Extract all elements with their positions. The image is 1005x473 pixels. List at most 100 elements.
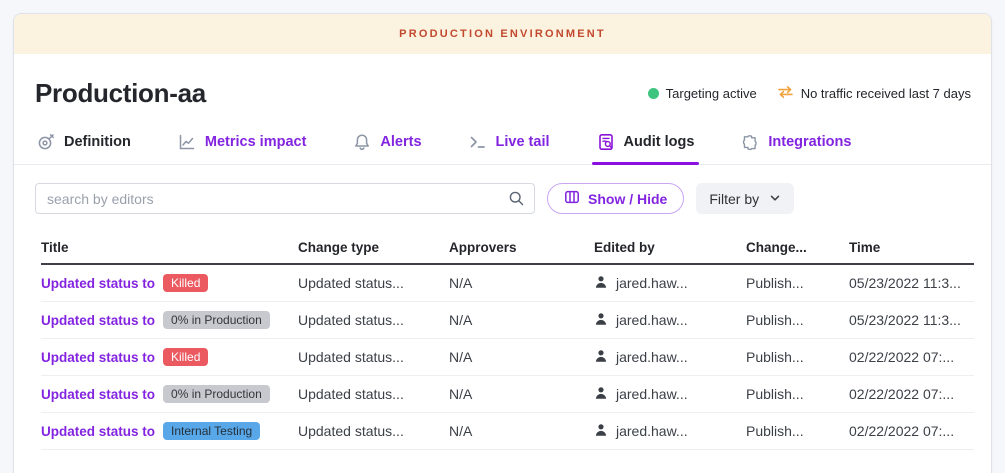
title-cell: Updated status to Killed xyxy=(41,348,298,366)
change-type-cell: Updated status... xyxy=(298,275,449,291)
bell-icon xyxy=(353,133,371,151)
change-cell: Publish... xyxy=(746,275,849,291)
edited-by-cell: jared.haw... xyxy=(594,275,746,292)
status-row: Targeting active No traffic received las… xyxy=(648,85,971,102)
title-cell: Updated status to 0% in Production xyxy=(41,385,298,403)
audit-entry-link[interactable]: Updated status to xyxy=(41,387,155,402)
change-type-cell: Updated status... xyxy=(298,386,449,402)
edited-by-name: jared.haw... xyxy=(616,423,688,439)
person-icon xyxy=(594,275,608,292)
traffic-status-label: No traffic received last 7 days xyxy=(801,86,971,101)
environment-banner: PRODUCTION ENVIRONMENT xyxy=(14,14,991,54)
status-badge: Killed xyxy=(163,274,208,292)
person-icon xyxy=(594,312,608,329)
title-cell: Updated status to Internal Testing xyxy=(41,422,298,440)
person-icon xyxy=(594,423,608,440)
table-column-header: Change type xyxy=(298,240,449,255)
edited-by-cell: jared.haw... xyxy=(594,312,746,329)
approvers-cell: N/A xyxy=(449,275,594,291)
tab-label: Integrations xyxy=(768,134,851,150)
show-hide-label: Show / Hide xyxy=(588,191,667,207)
tab-label: Definition xyxy=(64,134,131,150)
time-cell: 02/22/2022 07:... xyxy=(849,386,974,402)
status-badge: Killed xyxy=(163,348,208,366)
columns-icon xyxy=(564,189,580,208)
targeting-status: Targeting active xyxy=(648,86,757,101)
traffic-arrows-icon xyxy=(777,85,794,102)
green-dot-icon xyxy=(648,88,659,99)
change-type-cell: Updated status... xyxy=(298,349,449,365)
table-column-header: Approvers xyxy=(449,240,594,255)
edited-by-name: jared.haw... xyxy=(616,312,688,328)
terminal-icon xyxy=(469,133,487,151)
audit-entry-link[interactable]: Updated status to xyxy=(41,350,155,365)
person-icon xyxy=(594,386,608,403)
filter-by-button[interactable]: Filter by xyxy=(696,183,794,214)
table-row[interactable]: Updated status to 0% in Production Updat… xyxy=(41,302,974,339)
search-input[interactable] xyxy=(35,183,535,214)
table-row[interactable]: Updated status to 0% in Production Updat… xyxy=(41,376,974,413)
change-cell: Publish... xyxy=(746,312,849,328)
change-cell: Publish... xyxy=(746,349,849,365)
table-column-header: Time xyxy=(849,240,974,255)
tab-label: Live tail xyxy=(496,134,550,150)
table-column-header: Edited by xyxy=(594,240,746,255)
table-row[interactable]: Updated status to Killed Updated status.… xyxy=(41,265,974,302)
table-column-header: Title xyxy=(41,240,298,255)
tab[interactable]: Live tail xyxy=(469,133,550,164)
approvers-cell: N/A xyxy=(449,386,594,402)
change-cell: Publish... xyxy=(746,423,849,439)
tab[interactable]: Alerts xyxy=(353,133,421,164)
tab-label: Metrics impact xyxy=(205,134,307,150)
edited-by-name: jared.haw... xyxy=(616,349,688,365)
person-icon xyxy=(594,349,608,366)
table-row[interactable]: Updated status to Killed Updated status.… xyxy=(41,339,974,376)
tab-label: Alerts xyxy=(380,134,421,150)
tab[interactable]: Audit logs xyxy=(597,133,695,164)
environment-banner-label: PRODUCTION ENVIRONMENT xyxy=(399,28,606,40)
status-badge: 0% in Production xyxy=(163,311,270,329)
target-edit-icon xyxy=(37,133,55,151)
edited-by-cell: jared.haw... xyxy=(594,386,746,403)
table-header-row: Title Change type Approvers Edited by Ch… xyxy=(41,232,974,265)
tab-bar: Definition Metrics impact Alerts Live ta… xyxy=(14,133,991,165)
tab[interactable]: Integrations xyxy=(741,133,851,164)
edited-by-cell: jared.haw... xyxy=(594,423,746,440)
show-hide-button[interactable]: Show / Hide xyxy=(547,183,684,214)
audit-entry-link[interactable]: Updated status to xyxy=(41,313,155,328)
page-title: Production-aa xyxy=(35,78,206,109)
table-row[interactable]: Updated status to Internal Testing Updat… xyxy=(41,413,974,450)
change-type-cell: Updated status... xyxy=(298,423,449,439)
tab-label: Audit logs xyxy=(624,134,695,150)
change-cell: Publish... xyxy=(746,386,849,402)
audit-entry-link[interactable]: Updated status to xyxy=(41,276,155,291)
audit-entry-link[interactable]: Updated status to xyxy=(41,424,155,439)
audit-log-icon xyxy=(597,133,615,151)
approvers-cell: N/A xyxy=(449,312,594,328)
chevron-down-icon xyxy=(769,191,781,207)
table-column-header: Change... xyxy=(746,240,849,255)
audit-log-table: Title Change type Approvers Edited by Ch… xyxy=(41,232,974,450)
approvers-cell: N/A xyxy=(449,423,594,439)
search-icon xyxy=(508,190,525,212)
puzzle-icon xyxy=(741,133,759,151)
environment-card: PRODUCTION ENVIRONMENT Production-aa Tar… xyxy=(13,13,992,473)
edited-by-name: jared.haw... xyxy=(616,386,688,402)
traffic-status: No traffic received last 7 days xyxy=(777,85,971,102)
title-cell: Updated status to Killed xyxy=(41,274,298,292)
targeting-status-label: Targeting active xyxy=(666,86,757,101)
page-header: Production-aa Targeting active No traffi… xyxy=(14,54,991,109)
tab[interactable]: Metrics impact xyxy=(178,133,307,164)
edited-by-cell: jared.haw... xyxy=(594,349,746,366)
status-badge: Internal Testing xyxy=(163,422,260,440)
time-cell: 05/23/2022 11:3... xyxy=(849,275,974,291)
title-cell: Updated status to 0% in Production xyxy=(41,311,298,329)
approvers-cell: N/A xyxy=(449,349,594,365)
time-cell: 05/23/2022 11:3... xyxy=(849,312,974,328)
toolbar: Show / Hide Filter by xyxy=(14,165,991,228)
metrics-chart-icon xyxy=(178,133,196,151)
filter-by-label: Filter by xyxy=(709,191,759,207)
time-cell: 02/22/2022 07:... xyxy=(849,349,974,365)
edited-by-name: jared.haw... xyxy=(616,275,688,291)
tab[interactable]: Definition xyxy=(37,133,131,164)
